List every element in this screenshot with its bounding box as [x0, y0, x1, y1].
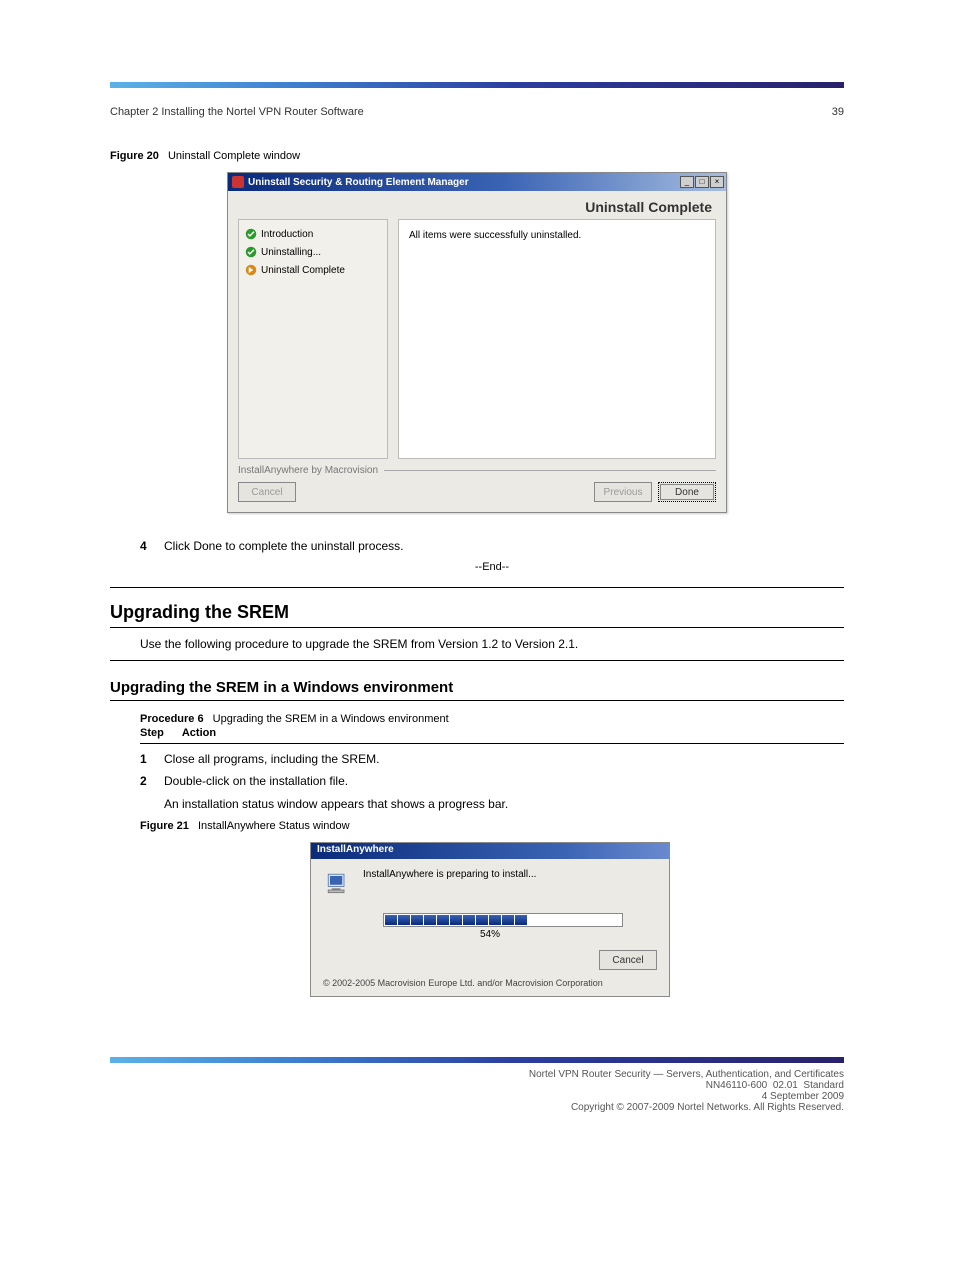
- minimize-button[interactable]: _: [680, 176, 694, 188]
- app-icon: [232, 176, 244, 188]
- action-col: Action: [182, 727, 216, 739]
- uninstall-message: All items were successfully uninstalled.: [409, 230, 581, 241]
- titlebar[interactable]: Uninstall Security & Routing Element Man…: [228, 173, 726, 191]
- step-label: Uninstall Complete: [261, 265, 345, 276]
- cancel-button[interactable]: Cancel: [599, 950, 657, 970]
- step-col: Step: [140, 727, 164, 739]
- checkmark-icon: [245, 246, 257, 258]
- step-label: Uninstalling...: [261, 247, 321, 258]
- step-result: An installation status window appears th…: [164, 796, 844, 812]
- ia-label-text: InstallAnywhere by Macrovision: [238, 465, 378, 476]
- footer-date: 4 September 2009: [762, 1091, 844, 1102]
- dialog-heading: Uninstall Complete: [228, 191, 726, 219]
- step-uninstall-complete: Uninstall Complete: [245, 264, 381, 276]
- section-divider: [110, 700, 844, 701]
- end-marker: --End--: [140, 561, 844, 573]
- progress-percent: 54%: [323, 929, 657, 940]
- header-chapter: Chapter 2 Installing the Nortel VPN Rout…: [110, 106, 364, 118]
- step-number: 1: [140, 752, 154, 766]
- steps-panel: Introduction Uninstalling... Uninstall C…: [238, 219, 388, 459]
- step-text: Close all programs, including the SREM.: [164, 752, 379, 766]
- footer: Nortel VPN Router Security — Servers, Au…: [110, 1069, 844, 1113]
- step-label: Introduction: [261, 229, 313, 240]
- previous-button: Previous: [594, 482, 652, 502]
- procedure-title: Upgrading the SREM in a Windows environm…: [213, 713, 449, 725]
- figure-2-caption: Figure 21 InstallAnywhere Status window: [140, 820, 844, 832]
- figure-1-label: Figure 20: [110, 150, 159, 162]
- copyright-text: © 2002-2005 Macrovision Europe Ltd. and/…: [323, 978, 657, 988]
- titlebar[interactable]: InstallAnywhere: [311, 843, 669, 859]
- procedure-caption: Procedure 6 Upgrading the SREM in a Wind…: [140, 713, 844, 725]
- footer-gradient-bar: [110, 1057, 844, 1063]
- footer-doc-id: NN46110-600: [706, 1080, 768, 1091]
- header-gradient-bar: [110, 82, 844, 88]
- figure-1-caption: Figure 20 Uninstall Complete window: [110, 150, 844, 162]
- header-page-number: 39: [832, 106, 844, 118]
- footer-version: 02.01: [773, 1080, 798, 1091]
- section-divider: [110, 660, 844, 661]
- arrow-icon: [245, 264, 257, 276]
- checkmark-icon: [245, 228, 257, 240]
- procedure-step-4: 4 Click Done to complete the uninstall p…: [140, 539, 844, 553]
- installanywhere-status-dialog: InstallAnywhere InstallAnywhere is prepa…: [310, 842, 670, 997]
- footer-standard: Standard: [803, 1080, 844, 1091]
- step-action-header: Step Action: [140, 727, 844, 739]
- divider: [140, 743, 844, 744]
- step-number: 2: [140, 774, 154, 788]
- step-introduction: Introduction: [245, 228, 381, 240]
- section-heading-upgrade: Upgrading the SREM: [110, 602, 844, 623]
- footer-copyright: Copyright © 2007-2009 Nortel Networks. A…: [571, 1102, 844, 1113]
- message-panel: All items were successfully uninstalled.: [398, 219, 716, 459]
- section-heading-windows: Upgrading the SREM in a Windows environm…: [110, 679, 844, 696]
- step-text: Click Done to complete the uninstall pro…: [164, 539, 403, 553]
- divider: [384, 470, 716, 471]
- installanywhere-label: InstallAnywhere by Macrovision: [238, 465, 716, 476]
- close-button[interactable]: ×: [710, 176, 724, 188]
- footer-doc-title: Nortel VPN Router Security — Servers, Au…: [529, 1069, 844, 1080]
- step-number: 4: [140, 539, 154, 553]
- section-divider: [110, 587, 844, 588]
- titlebar-title: Uninstall Security & Routing Element Man…: [248, 177, 680, 188]
- uninstall-dialog: Uninstall Security & Routing Element Man…: [227, 172, 727, 513]
- step-uninstalling: Uninstalling...: [245, 246, 381, 258]
- figure-1-title: Uninstall Complete window: [168, 150, 300, 162]
- procedure-label: Procedure 6: [140, 713, 204, 725]
- status-message: InstallAnywhere is preparing to install.…: [363, 869, 536, 880]
- figure-2-title: InstallAnywhere Status window: [198, 820, 350, 832]
- section-paragraph: Use the following procedure to upgrade t…: [140, 636, 844, 652]
- page-header: Chapter 2 Installing the Nortel VPN Rout…: [110, 106, 844, 118]
- computer-icon: [323, 869, 351, 897]
- procedure-step-2: 2 Double-click on the installation file.: [140, 774, 844, 788]
- section-divider: [110, 627, 844, 628]
- cancel-button: Cancel: [238, 482, 296, 502]
- procedure-step-1: 1 Close all programs, including the SREM…: [140, 752, 844, 766]
- figure-2-label: Figure 21: [140, 820, 189, 832]
- progress-bar: [383, 913, 623, 927]
- done-button[interactable]: Done: [658, 482, 716, 502]
- maximize-button[interactable]: □: [695, 176, 709, 188]
- step-text: Double-click on the installation file.: [164, 774, 348, 788]
